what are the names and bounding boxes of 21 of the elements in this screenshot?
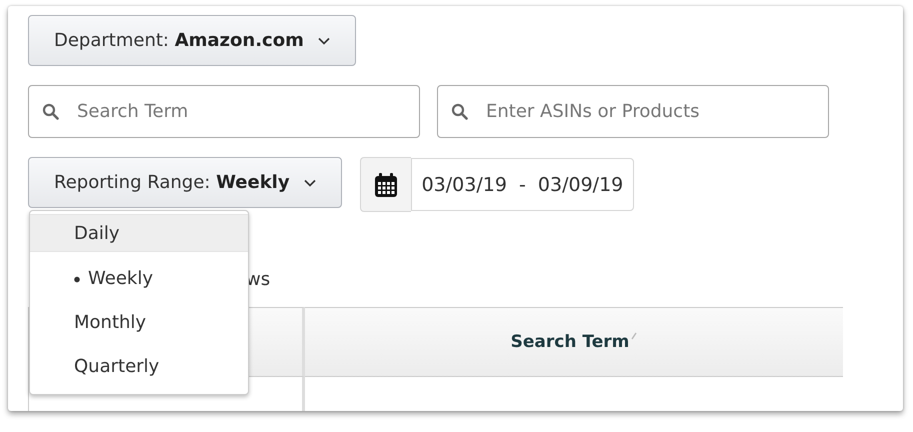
sort-icon bbox=[631, 332, 638, 340]
option-label: Daily bbox=[74, 222, 120, 244]
option-label: Weekly bbox=[74, 268, 153, 288]
search-icon bbox=[451, 103, 468, 120]
menu-item[interactable]: Weekly bbox=[30, 256, 248, 300]
option-label: Quarterly bbox=[74, 356, 160, 376]
calendar-button[interactable] bbox=[360, 157, 411, 212]
chevron-down-icon bbox=[318, 36, 330, 44]
reporting-range-dropdown[interactable]: Reporting Range: Weekly bbox=[28, 157, 342, 208]
menu-item[interactable]: Quarterly bbox=[30, 344, 248, 388]
column-title[interactable]: Search Term bbox=[510, 332, 630, 352]
search-field[interactable]: Search Term bbox=[28, 85, 420, 138]
department-dropdown[interactable]: Department: Amazon.com bbox=[28, 15, 356, 66]
menu-item[interactable]: Monthly bbox=[30, 300, 248, 344]
option-label: Monthly bbox=[74, 312, 146, 332]
chevron-down-icon bbox=[304, 178, 316, 186]
date-range-field[interactable]: 03/03/19 - 03/09/19 bbox=[410, 158, 634, 211]
menu-item[interactable]: Daily bbox=[30, 214, 248, 252]
calendar-icon bbox=[374, 172, 397, 196]
search-field[interactable]: Enter ASINs or Products bbox=[437, 85, 829, 138]
search-icon bbox=[42, 103, 59, 120]
